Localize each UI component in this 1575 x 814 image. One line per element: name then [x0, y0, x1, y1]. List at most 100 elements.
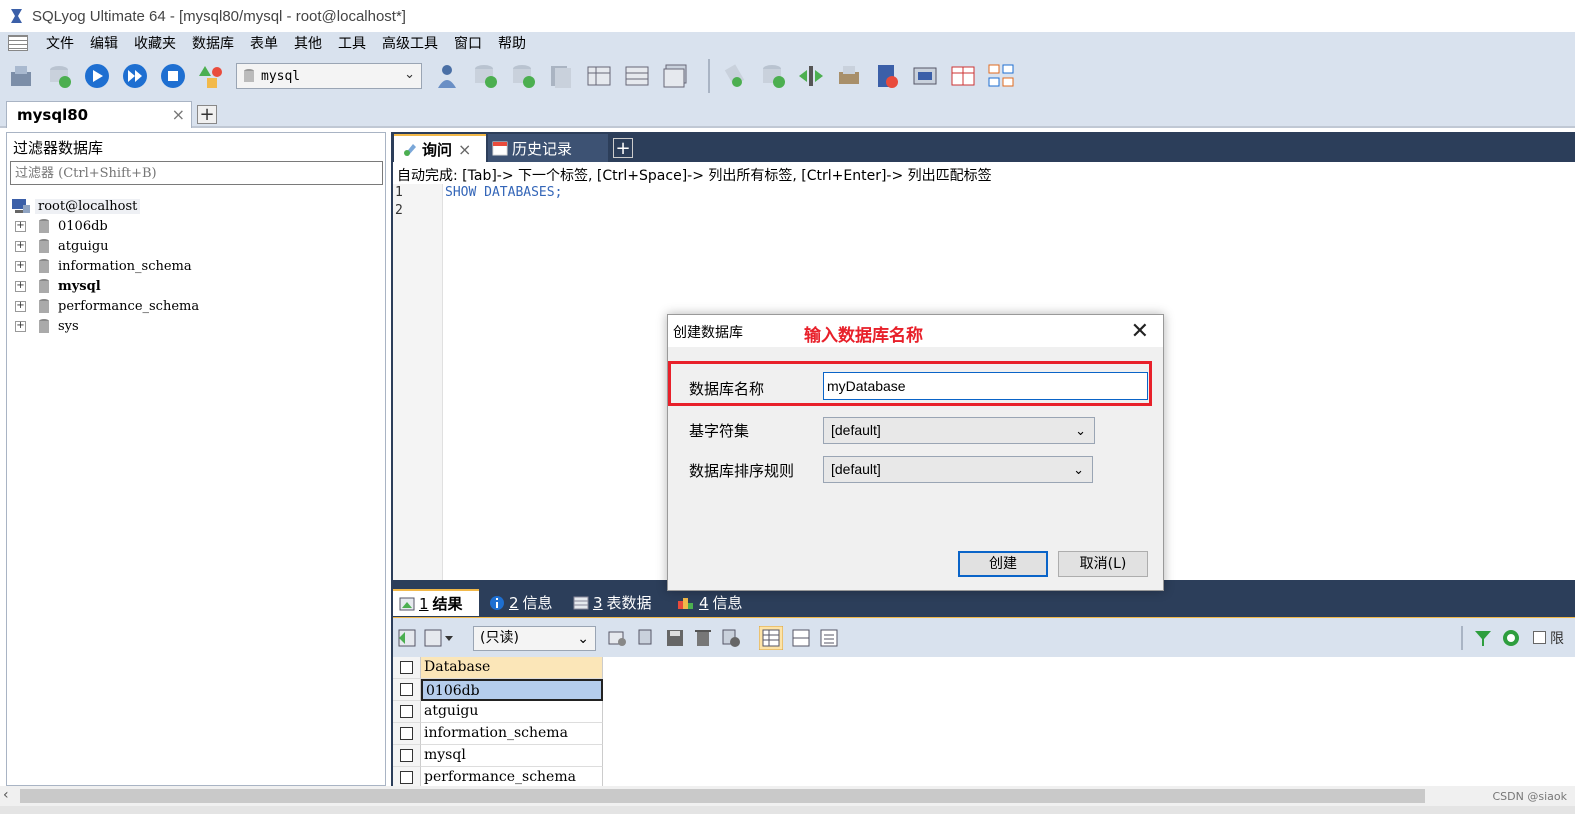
menu-advanced-tools[interactable]: 高级工具 [374, 33, 446, 53]
close-icon[interactable]: × [172, 105, 185, 124]
object-browser-header: 过滤器数据库 [13, 139, 104, 157]
row-checkbox[interactable] [393, 701, 421, 723]
tree-item-mysql[interactable]: + mysql [15, 276, 101, 296]
table-copy-icon[interactable] [660, 61, 690, 91]
cancel-changes-icon[interactable] [721, 628, 741, 648]
menu-file[interactable]: 文件 [38, 33, 82, 53]
limit-checkbox[interactable] [1533, 631, 1546, 644]
duplicate-row-icon[interactable] [635, 628, 655, 648]
menu-help[interactable]: 帮助 [490, 33, 534, 53]
tree-item-atguigu[interactable]: + atguigu [15, 236, 109, 256]
menu-other[interactable]: 其他 [286, 33, 330, 53]
import-export-icon[interactable] [796, 61, 826, 91]
tab-info[interactable]: 4 信息 [671, 589, 749, 616]
database-stack-icon[interactable] [546, 61, 576, 91]
user-manager-icon[interactable] [432, 61, 462, 91]
expand-icon[interactable]: + [15, 320, 26, 332]
connection-tab-strip: mysql80 × + [0, 98, 1575, 128]
create-database-icon[interactable] [470, 61, 500, 91]
tab-messages[interactable]: 2 信息 [483, 589, 559, 616]
add-query-tab-button[interactable]: + [613, 138, 633, 159]
execute-edit-icon[interactable] [158, 61, 188, 91]
row-checkbox[interactable] [393, 723, 421, 745]
form-view-icon[interactable] [791, 628, 811, 648]
scheduler-icon[interactable] [872, 61, 902, 91]
tab-query[interactable]: 询问 × [394, 134, 486, 162]
menu-table[interactable]: 表单 [242, 33, 286, 53]
table-edit-icon[interactable] [622, 61, 652, 91]
add-connection-tab-button[interactable]: + [197, 105, 217, 124]
select-all-checkbox[interactable] [393, 657, 421, 679]
cancel-button[interactable]: 取消(L) [1058, 551, 1148, 577]
database-filter-input[interactable] [10, 161, 383, 185]
tree-root-connection[interactable]: root@localhost [11, 197, 141, 215]
database-name-input[interactable]: myDatabase [823, 372, 1148, 400]
horizontal-scrollbar[interactable]: ‹ [0, 786, 1575, 806]
table-row[interactable]: information_schema [393, 723, 603, 745]
server-icon [12, 199, 30, 213]
grid-cell[interactable]: 0106db [421, 679, 603, 701]
grid-cell[interactable]: atguigu [421, 701, 603, 723]
tab-history[interactable]: 历史记录 [488, 134, 608, 162]
refresh-icon[interactable] [1501, 628, 1521, 648]
close-icon[interactable]: × [458, 140, 471, 159]
menu-edit[interactable]: 编辑 [82, 33, 126, 53]
delete-icon[interactable] [693, 628, 713, 648]
schema-designer-icon[interactable] [986, 61, 1016, 91]
schema-sync-icon[interactable] [720, 61, 750, 91]
monitor-icon[interactable] [910, 61, 940, 91]
import-dropdown-icon[interactable] [423, 628, 455, 648]
row-checkbox[interactable] [393, 679, 421, 701]
table-row[interactable]: 0106db [393, 679, 603, 701]
expand-icon[interactable]: + [15, 260, 26, 272]
database-select[interactable]: mysql ⌄ [236, 63, 422, 89]
tree-item-label: performance_schema [58, 298, 200, 314]
grid-layout-icon[interactable] [948, 61, 978, 91]
menu-tools[interactable]: 工具 [330, 33, 374, 53]
grid-view-icon[interactable] [759, 626, 783, 650]
tree-item-0106db[interactable]: + 0106db [15, 216, 108, 236]
filter-icon[interactable] [1473, 628, 1493, 648]
create-button[interactable]: 创建 [958, 551, 1048, 577]
menu-database[interactable]: 数据库 [184, 33, 242, 53]
insert-row-icon[interactable] [607, 628, 627, 648]
new-query-icon[interactable] [44, 61, 74, 91]
tree-item-information-schema[interactable]: + information_schema [15, 256, 192, 276]
tab-table-data[interactable]: 3 表数据 [567, 589, 658, 616]
expand-icon[interactable]: + [15, 280, 26, 292]
collation-select[interactable]: [default] ⌄ [823, 456, 1093, 483]
backup-icon[interactable] [834, 61, 864, 91]
charset-select[interactable]: [default] ⌄ [823, 417, 1095, 444]
expand-icon[interactable]: + [15, 220, 26, 232]
shapes-icon[interactable] [196, 61, 226, 91]
close-icon[interactable]: ✕ [1131, 319, 1149, 344]
scroll-left-icon[interactable]: ‹ [3, 787, 9, 803]
grid-cell[interactable]: mysql [421, 745, 603, 767]
text-view-icon[interactable] [819, 628, 839, 648]
table-icon[interactable] [584, 61, 614, 91]
tree-item-sys[interactable]: + sys [15, 316, 79, 336]
scrollbar-thumb[interactable] [20, 789, 1425, 803]
new-connection-icon[interactable] [6, 61, 36, 91]
watermark: CSDN @siaok [1492, 790, 1568, 803]
data-sync-icon[interactable] [758, 61, 788, 91]
row-checkbox[interactable] [393, 745, 421, 767]
menu-window[interactable]: 窗口 [446, 33, 490, 53]
table-row[interactable]: atguigu [393, 701, 603, 723]
column-header-database[interactable]: Database [421, 657, 603, 679]
readonly-select[interactable]: (只读) ⌄ [473, 626, 596, 651]
connection-tab-mysql80[interactable]: mysql80 × [6, 101, 192, 128]
tree-item-performance-schema[interactable]: + performance_schema [15, 296, 199, 316]
save-icon[interactable] [665, 628, 685, 648]
table-row[interactable]: mysql [393, 745, 603, 767]
expand-icon[interactable]: + [15, 300, 26, 312]
grid-cell[interactable]: information_schema [421, 723, 603, 745]
tab-result[interactable]: 1 结果 [393, 589, 479, 616]
execute-query-icon[interactable] [82, 61, 112, 91]
database-copy-icon[interactable] [508, 61, 538, 91]
expand-icon[interactable]: + [15, 240, 26, 252]
menu-favorites[interactable]: 收藏夹 [126, 33, 184, 53]
export-icon[interactable] [397, 628, 417, 648]
chevron-down-icon: ⌄ [404, 67, 415, 82]
execute-all-icon[interactable] [120, 61, 150, 91]
